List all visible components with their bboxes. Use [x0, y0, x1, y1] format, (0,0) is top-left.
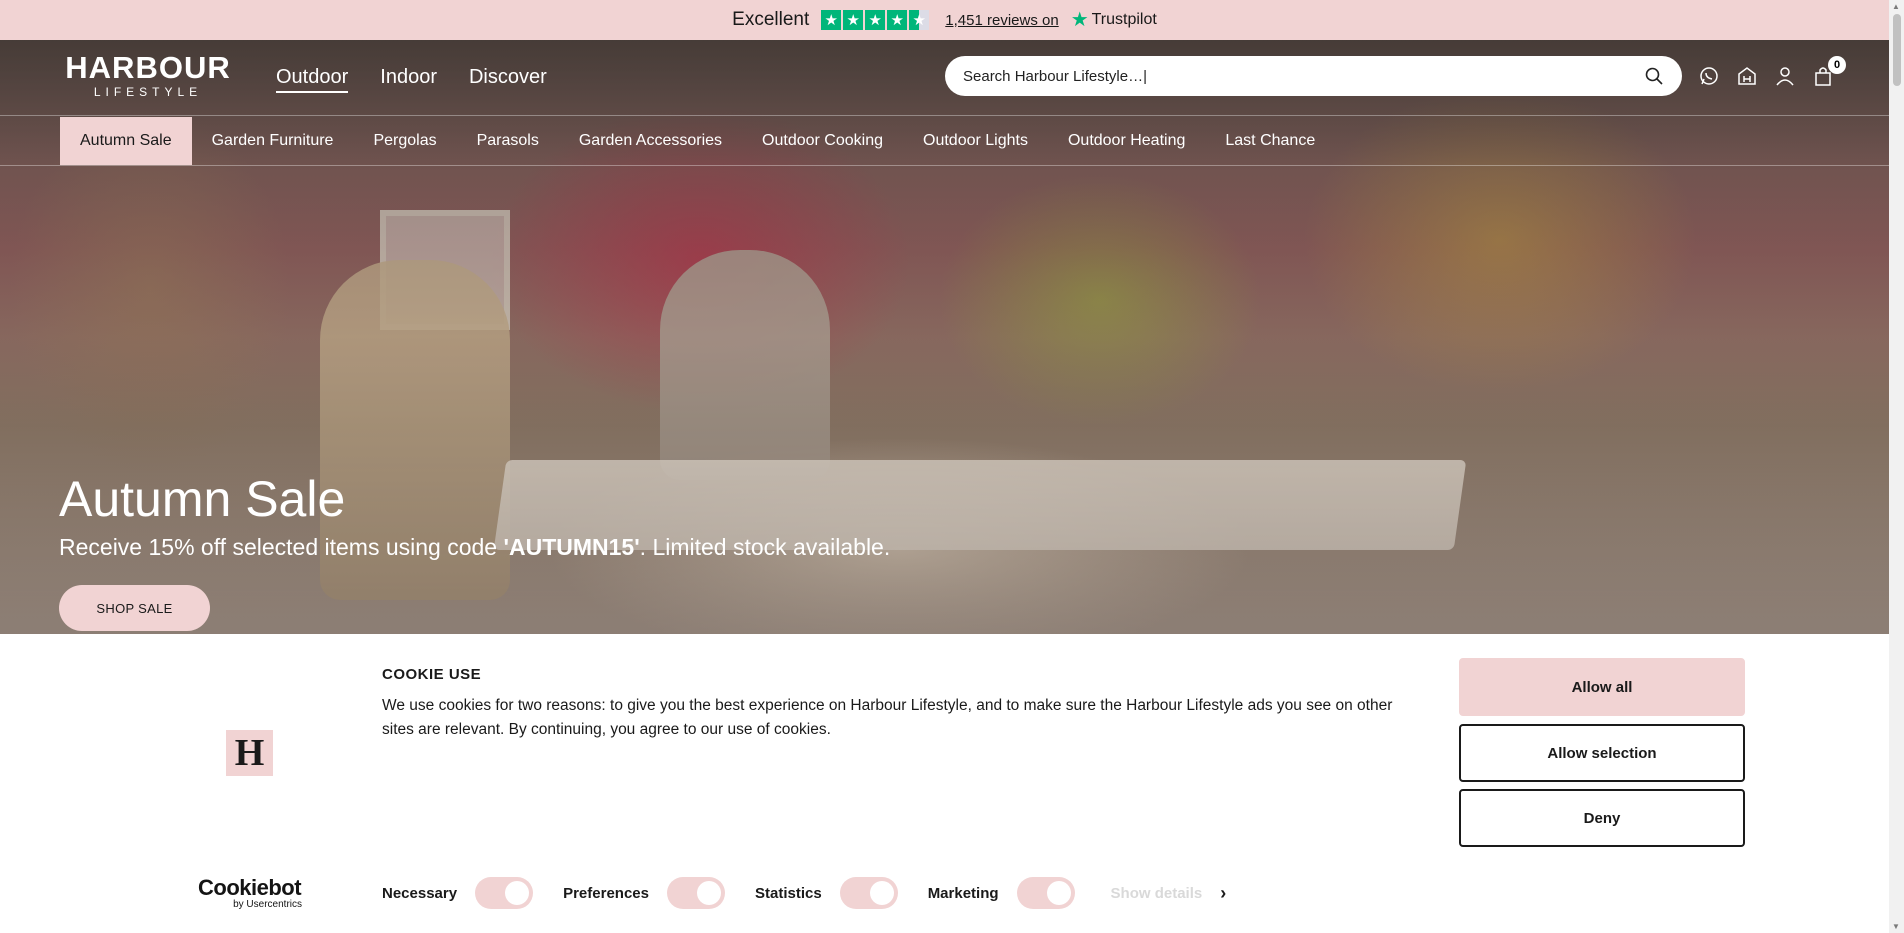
allow-selection-button[interactable]: Allow selection: [1459, 724, 1745, 782]
cart-count-badge: 0: [1828, 56, 1846, 74]
cookie-banner: H COOKIE USE We use cookies for two reas…: [0, 634, 1889, 933]
main-nav-indoor[interactable]: Indoor: [380, 66, 437, 93]
header-divider: [0, 115, 1889, 116]
scroll-up-arrow-icon[interactable]: ▲: [1892, 2, 1900, 11]
star-icon: ★: [843, 10, 864, 30]
chevron-right-icon: ›: [1220, 882, 1227, 903]
allow-all-button[interactable]: Allow all: [1459, 658, 1745, 716]
category-garden-furniture[interactable]: Garden Furniture: [192, 117, 354, 165]
toggle-statistics-switch[interactable]: [839, 877, 898, 909]
trustpilot-logo[interactable]: ★ Trustpilot: [1071, 10, 1157, 30]
trustpilot-reviews-link[interactable]: 1,451 reviews on: [945, 12, 1058, 29]
star-icon: ★: [865, 10, 886, 30]
shop-sale-button[interactable]: SHOP SALE: [59, 585, 210, 631]
hero-text-before: Receive 15% off selected items using cod…: [59, 534, 504, 560]
trustpilot-brand: Trustpilot: [1091, 11, 1157, 28]
toggle-necessary-group: Necessary: [382, 877, 563, 909]
scroll-down-arrow-icon[interactable]: ▼: [1892, 922, 1900, 931]
star-icon: ★: [821, 10, 842, 30]
category-outdoor-cooking[interactable]: Outdoor Cooking: [742, 117, 903, 165]
category-pergolas[interactable]: Pergolas: [353, 117, 456, 165]
site-header: HARBOUR LIFESTYLE Outdoor Indoor Discove…: [0, 40, 1889, 116]
cookiebot-logo-sub: by Usercentrics: [233, 899, 302, 910]
show-details-label: Show details: [1110, 884, 1203, 902]
category-garden-accessories[interactable]: Garden Accessories: [559, 117, 742, 165]
toggle-knob: [1046, 881, 1071, 905]
toggle-marketing-group: Marketing: [928, 877, 1105, 909]
cookiebot-logo[interactable]: Cookiebot by Usercentrics: [198, 875, 302, 911]
toggle-statistics-group: Statistics: [755, 877, 928, 909]
account-icon[interactable]: [1774, 64, 1796, 88]
trustpilot-rating-text: Excellent: [732, 9, 810, 30]
bag-icon[interactable]: 0: [1812, 56, 1846, 88]
toggle-knob: [696, 881, 721, 905]
search-bar: [945, 56, 1682, 96]
toggle-marketing-switch[interactable]: [1016, 877, 1075, 909]
toggle-marketing-label: Marketing: [927, 884, 999, 902]
harbour-h-logo: H: [226, 730, 273, 776]
whatsapp-icon[interactable]: [1698, 64, 1720, 88]
category-nav-divider: [0, 165, 1889, 166]
logo-sub-text: LIFESTYLE: [93, 85, 203, 99]
search-icon[interactable]: [1644, 66, 1664, 86]
trustpilot-stars: ★ ★ ★ ★ ★: [821, 10, 930, 30]
main-nav: Outdoor Indoor Discover: [276, 66, 547, 93]
hero-promo-code: 'AUTUMN15': [503, 534, 640, 560]
star-icon: ★: [887, 10, 908, 30]
category-outdoor-heating[interactable]: Outdoor Heating: [1048, 117, 1205, 165]
toggle-necessary-label: Necessary: [382, 884, 458, 902]
toggle-knob: [505, 881, 530, 905]
toggle-preferences-label: Preferences: [563, 884, 649, 902]
main-nav-outdoor[interactable]: Outdoor: [276, 66, 349, 93]
show-details-link[interactable]: Show details ›: [1111, 883, 1227, 904]
category-outdoor-lights[interactable]: Outdoor Lights: [903, 117, 1048, 165]
page-scrollbar[interactable]: ▲ ▼: [1889, 0, 1904, 933]
toggle-preferences-switch[interactable]: [666, 877, 725, 909]
half-star-icon: ★: [909, 10, 930, 30]
hero-text-after: . Limited stock available.: [639, 534, 891, 560]
header-icons: 0: [1698, 56, 1846, 88]
toggle-statistics-label: Statistics: [754, 884, 822, 902]
category-parasols[interactable]: Parasols: [457, 117, 559, 165]
hero-title: Autumn Sale: [59, 471, 346, 527]
trustpilot-bar: Excellent ★ ★ ★ ★ ★ 1,451 reviews on ★ T…: [0, 0, 1889, 40]
toggle-knob: [869, 881, 894, 905]
toggle-preferences-group: Preferences: [563, 877, 755, 909]
category-nav: Autumn Sale Garden Furniture Pergolas Pa…: [60, 117, 1335, 165]
store-icon[interactable]: [1736, 64, 1758, 88]
hero-description: Receive 15% off selected items using cod…: [59, 534, 890, 561]
trustpilot-star-icon: ★: [1070, 9, 1089, 31]
main-nav-discover[interactable]: Discover: [469, 66, 547, 93]
scrollbar-thumb[interactable]: [1893, 14, 1901, 86]
logo-main-text: HARBOUR: [65, 50, 231, 85]
cookie-toggles: Necessary Preferences Statistics Marketi…: [382, 877, 1226, 909]
cookiebot-logo-main: Cookiebot: [198, 875, 302, 900]
cookie-description: We use cookies for two reasons: to give …: [382, 697, 1393, 738]
search-input[interactable]: [963, 67, 1644, 85]
site-logo[interactable]: HARBOUR LIFESTYLE: [60, 50, 236, 99]
category-last-chance[interactable]: Last Chance: [1205, 117, 1335, 165]
category-autumn-sale[interactable]: Autumn Sale: [60, 117, 192, 165]
deny-button[interactable]: Deny: [1459, 789, 1745, 847]
toggle-necessary-switch[interactable]: [475, 877, 534, 909]
cookie-title: COOKIE USE: [382, 666, 482, 683]
